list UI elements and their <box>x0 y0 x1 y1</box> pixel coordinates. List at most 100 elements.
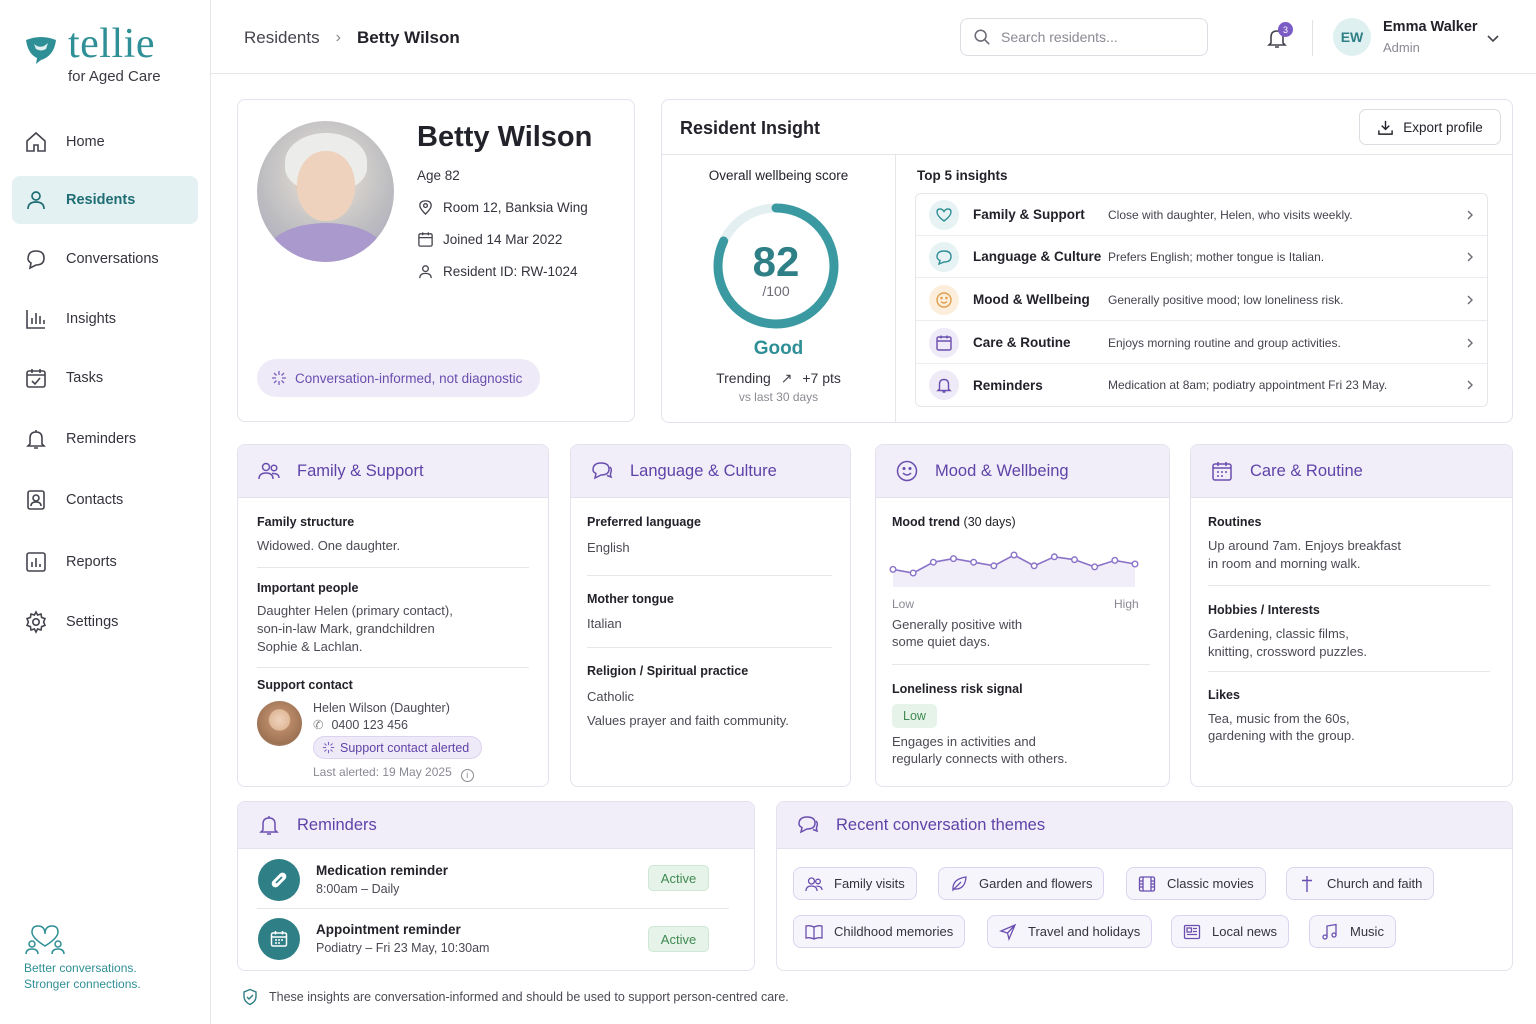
routines-line-2: in room and morning walk. <box>1208 556 1361 571</box>
important-people-line-1: Daughter Helen (primary contact), <box>257 603 453 618</box>
sidebar-item-label: Reports <box>66 554 117 570</box>
important-people-line-3: Sophie & Lachlan. <box>257 639 363 654</box>
top-bar: Residents › Betty Wilson Search resident… <box>211 0 1536 74</box>
wellbeing-trend: Trending ↗ +7 pts <box>662 370 895 387</box>
sidebar-item-reports[interactable]: Reports <box>12 538 198 586</box>
mood-trend-chart <box>889 551 1139 587</box>
sidebar-item-settings[interactable]: Settings <box>12 598 198 646</box>
breadcrumb-residents[interactable]: Residents <box>244 28 320 48</box>
hobbies-label: Hobbies / Interests <box>1208 603 1320 617</box>
mood-trend-point <box>909 569 917 577</box>
religion-value: Catholic <box>587 689 634 704</box>
search-input[interactable]: Search residents... <box>960 18 1208 56</box>
insight-text: Generally positive mood; low loneliness … <box>1108 292 1344 307</box>
reminder-title[interactable]: Appointment reminder <box>316 922 461 937</box>
breadcrumb-current: Betty Wilson <box>356 28 460 47</box>
insight-icon-wrap <box>929 199 959 230</box>
language-culture-card: Language & Culture Preferred language En… <box>570 444 851 787</box>
language-culture-header: Language & Culture <box>571 445 850 498</box>
insight-row-mood[interactable]: Mood & Wellbeing Generally positive mood… <box>916 279 1487 321</box>
sparkle-icon <box>322 741 335 754</box>
care-routine-card: Care & Routine Routines Up around 7am. E… <box>1190 444 1513 787</box>
user-name[interactable]: Emma Walker <box>1383 19 1478 35</box>
support-contact-name[interactable]: Helen Wilson (Daughter) <box>313 699 450 717</box>
calendar-check-icon <box>26 369 46 388</box>
theme-label: Music <box>1350 924 1384 939</box>
top-insights-label: Top 5 insights <box>917 168 1008 183</box>
info-icon[interactable]: i <box>460 769 474 782</box>
trend-value: +7 pts <box>802 370 841 386</box>
support-contact-alerted-badge: Support contact alerted <box>313 736 483 759</box>
profile-card: Betty Wilson Age 82 Room 12, Banksia Win… <box>237 99 635 422</box>
sparkle-icon <box>272 371 286 385</box>
theme-chip-family-visits[interactable]: Family visits <box>793 867 917 900</box>
insight-row-care[interactable]: Care & Routine Enjoys morning routine an… <box>916 322 1487 364</box>
sidebar-item-insights[interactable]: Insights <box>12 295 198 343</box>
sidebar-item-residents[interactable]: Residents <box>12 176 198 224</box>
theme-chip-church[interactable]: Church and faith <box>1286 867 1435 900</box>
gear-icon <box>25 610 47 634</box>
hobbies-line-2: knitting, crossword puzzles. <box>1208 644 1367 659</box>
sidebar-item-label: Tasks <box>66 370 104 386</box>
divider <box>257 908 729 909</box>
mood-trend-point <box>889 565 897 573</box>
loneliness-label: Loneliness risk signal <box>892 682 1023 696</box>
divider <box>257 667 529 668</box>
routines-line-1: Up around 7am. Enjoys breakfast <box>1208 538 1401 553</box>
theme-chip-music[interactable]: Music <box>1309 915 1396 948</box>
theme-label: Travel and holidays <box>1028 924 1141 939</box>
sidebar-item-tasks[interactable]: Tasks <box>12 354 198 402</box>
family-support-card: Family & Support Family structure Widowe… <box>237 444 549 787</box>
contact-card-icon <box>27 490 45 510</box>
tagline-line-1: Better conversations. <box>24 961 137 975</box>
trend-up-icon: ↗ <box>780 370 793 386</box>
chevron-right-icon <box>1467 380 1473 390</box>
user-avatar[interactable]: EW <box>1333 18 1371 56</box>
theme-chip-garden[interactable]: Garden and flowers <box>938 867 1105 900</box>
leaf-icon <box>952 875 967 891</box>
alert-label: Support contact alerted <box>340 740 470 755</box>
export-profile-button[interactable]: Export profile <box>1359 109 1501 145</box>
sidebar-item-contacts[interactable]: Contacts <box>12 476 198 524</box>
reminder-title[interactable]: Medication reminder <box>316 863 448 878</box>
sidebar-item-home[interactable]: Home <box>12 118 198 166</box>
mood-summary-line-1: Generally positive with <box>892 617 1023 632</box>
section-title: Language & Culture <box>630 461 777 480</box>
preferred-language-label: Preferred language <box>587 515 701 529</box>
insight-title: Resident Insight <box>680 118 821 138</box>
theme-label: Church and faith <box>1327 876 1423 891</box>
insight-row-reminders[interactable]: Reminders Medication at 8am; podiatry ap… <box>916 364 1487 406</box>
resident-age-text: Age 82 <box>417 168 460 183</box>
sidebar-item-reminders[interactable]: Reminders <box>12 415 198 463</box>
theme-label: Garden and flowers <box>979 876 1093 891</box>
section-title: Family & Support <box>297 461 424 480</box>
family-structure-label: Family structure <box>257 515 355 529</box>
theme-chip-childhood[interactable]: Childhood memories <box>793 915 966 948</box>
bell-icon <box>259 816 279 835</box>
insight-category: Language & Culture <box>973 249 1102 264</box>
theme-chip-local-news[interactable]: Local news <box>1171 915 1290 948</box>
care-routine-header: Care & Routine <box>1191 445 1512 498</box>
insight-icon-wrap <box>929 370 959 400</box>
cross-icon <box>1302 875 1312 892</box>
support-contact-phone[interactable]: ✆ 0400 123 456 <box>313 716 408 734</box>
theme-chip-classic-movies[interactable]: Classic movies <box>1126 867 1266 900</box>
wellbeing-rating: Good <box>753 338 804 359</box>
people-icon <box>258 462 280 480</box>
breadcrumb-separator-icon: › <box>335 29 341 46</box>
likes-line-2: gardening with the group. <box>1208 728 1355 743</box>
divider <box>587 575 832 576</box>
family-support-header: Family & Support <box>238 445 548 498</box>
wellbeing-label: Overall wellbeing score <box>708 168 849 183</box>
reminder-detail: 8:00am – Daily <box>316 882 400 896</box>
person-icon <box>27 191 45 210</box>
insight-row-family[interactable]: Family & Support Close with daughter, He… <box>916 194 1487 236</box>
theme-chip-travel[interactable]: Travel and holidays <box>987 915 1153 948</box>
mood-summary-line-2: some quiet days. <box>892 634 991 649</box>
insight-row-language[interactable]: Language & Culture Prefers English; moth… <box>916 236 1487 278</box>
loneliness-note-line-1: Engages in activities and <box>892 734 1036 749</box>
mood-wellbeing-card: Mood & Wellbeing Mood trend (30 days) Lo… <box>875 444 1170 787</box>
chevron-down-icon[interactable] <box>1485 30 1501 46</box>
sidebar-item-conversations[interactable]: Conversations <box>12 235 198 283</box>
divider <box>1208 671 1490 672</box>
